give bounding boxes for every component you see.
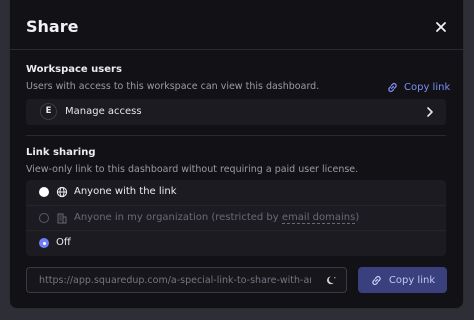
section-divider [26, 135, 446, 136]
share-dialog: Share Workspace users Users with access … [9, 0, 464, 309]
radio-anyone-with-link[interactable] [39, 187, 49, 197]
option-organization-label: Anyone in my organization (restricted by… [74, 212, 360, 224]
share-link-field[interactable]: https://app.squaredup.com/a-special-link… [26, 267, 347, 293]
link-icon [388, 82, 397, 92]
option-off[interactable]: Off [26, 230, 446, 256]
email-domains-link: email domains [281, 212, 356, 224]
sharing-options: Anyone with the link Anyone in my organi… [26, 180, 446, 256]
share-link-value: https://app.squaredup.com/a-special-link… [39, 275, 311, 286]
workspace-users-heading: Workspace users [26, 64, 122, 75]
link-icon [372, 275, 381, 285]
close-icon [436, 22, 446, 32]
option-organization: Anyone in my organization (restricted by… [26, 205, 446, 231]
globe-icon [56, 186, 68, 198]
manage-access-label: Manage access [65, 106, 142, 117]
option-off-label: Off [56, 237, 71, 248]
chevron-right-icon [427, 107, 433, 117]
radio-off[interactable] [39, 238, 49, 248]
option-organization-label-prefix: Anyone in my organization (restricted by [74, 212, 282, 223]
copy-workspace-link-button[interactable]: Copy link [386, 80, 450, 94]
building-icon [57, 213, 67, 224]
option-anyone-with-link[interactable]: Anyone with the link [26, 180, 446, 205]
workspace-avatar: E [40, 103, 57, 120]
copy-workspace-link-label: Copy link [404, 81, 451, 93]
workspace-users-description: Users with access to this workspace can … [26, 81, 320, 92]
link-sharing-heading: Link sharing [26, 147, 96, 158]
radio-organization [39, 213, 49, 223]
copy-share-link-label: Copy link [388, 274, 436, 286]
dialog-header: Share [10, 0, 463, 50]
dialog-title: Share [26, 17, 79, 36]
moon-icon[interactable] [326, 275, 337, 286]
option-anyone-with-link-label: Anyone with the link [74, 186, 177, 197]
link-sharing-description: View-only link to this dashboard without… [26, 164, 359, 175]
copy-share-link-button[interactable]: Copy link [358, 267, 447, 293]
close-button[interactable] [434, 19, 448, 33]
option-organization-label-suffix: ) [355, 212, 360, 223]
manage-access-row[interactable]: E Manage access [26, 99, 446, 125]
